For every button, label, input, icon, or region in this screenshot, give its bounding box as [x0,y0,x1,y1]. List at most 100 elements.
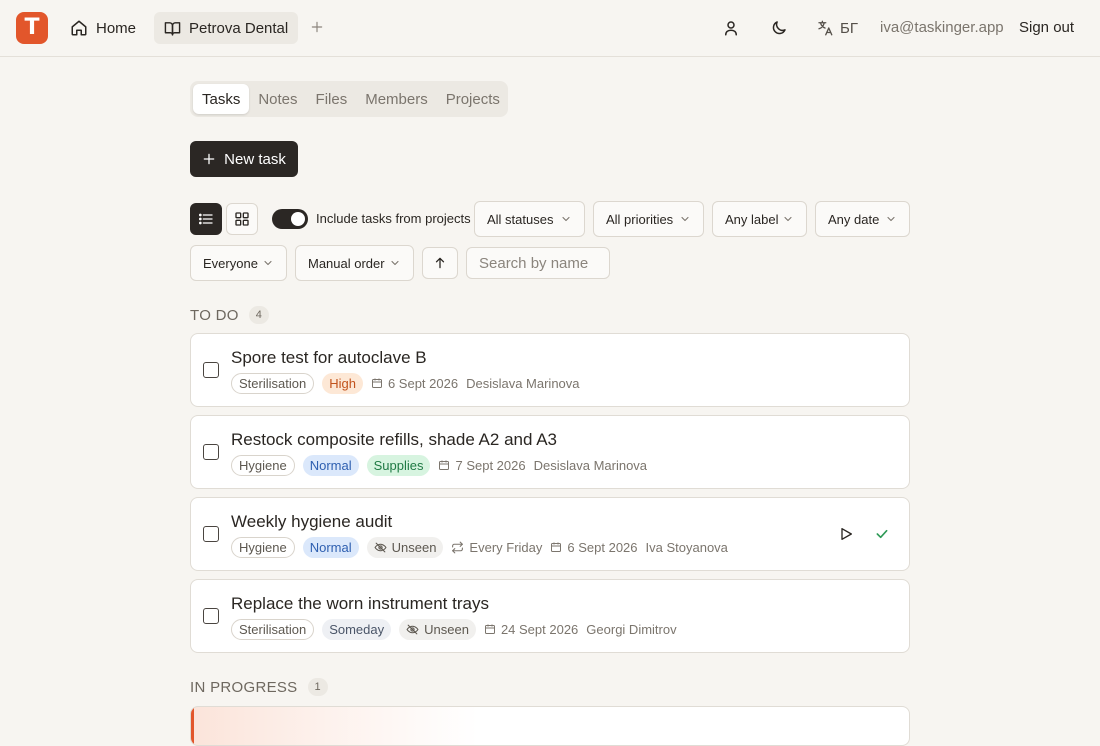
status-filter-select[interactable]: All statuses [474,201,585,237]
toggle-knob [291,212,305,226]
plus-icon [310,20,324,34]
assignee-name: Iva Stoyanova [645,539,728,555]
sort-order-select[interactable]: Manual order [295,245,414,281]
language-switch[interactable]: БГ [816,14,858,42]
arrow-up-icon [433,256,447,270]
task-card[interactable]: Restock composite refills, shade A2 and … [190,415,910,489]
home-link[interactable]: Home [62,12,144,44]
priority-filter-value: All priorities [606,211,674,227]
profile-button[interactable] [719,16,743,40]
theme-toggle-button[interactable] [767,16,791,40]
priority-chip: Someday [322,618,392,640]
task-title[interactable]: Replace the worn instrument trays [231,594,489,614]
task-title[interactable]: Weekly hygiene audit [231,512,392,532]
due-date-text: 6 Sept 2026 [567,539,638,555]
search-input[interactable] [466,247,610,279]
label-filter-value: Any label [725,211,779,227]
priority-chip: Normal [302,454,359,476]
app-logo[interactable]: T [16,12,48,44]
check-icon [874,526,890,542]
task-card[interactable]: Weekly hygiene audit Hygiene Normal Unse… [190,497,910,571]
label-filter-select[interactable]: Any label [712,201,807,237]
group-count-badge: 4 [248,306,269,324]
calendar-icon [484,623,496,635]
list-view-button[interactable] [190,203,222,235]
due-date-text: 7 Sept 2026 [455,457,526,473]
task-label-chip: Sterilisation [231,618,315,640]
task-meta: Sterilisation High 6 Sept 2026 Desislava… [231,372,580,394]
status-filter-value: All statuses [487,211,554,227]
priority-filter-select[interactable]: All priorities [593,201,704,237]
visibility-chip: Unseen [366,536,444,558]
sign-out-link[interactable]: Sign out [1019,19,1074,36]
task-label-chip: Hygiene [231,536,295,558]
start-task-button[interactable] [835,523,857,545]
visibility-text: Unseen [424,621,469,637]
task-title[interactable]: Restock composite refills, shade A2 and … [231,430,557,450]
assignee-name: Georgi Dimitrov [586,621,677,637]
priority-chip: High [322,372,363,394]
calendar-icon [550,541,562,553]
translate-icon [816,19,834,37]
new-task-button[interactable]: New task [190,141,298,177]
task-checkbox[interactable] [203,608,219,624]
task-meta: Hygiene Normal Supplies 7 Sept 2026 Desi… [231,454,647,476]
include-projects-toggle[interactable] [272,209,308,229]
group-count-badge: 1 [307,678,328,696]
include-projects-label: Include tasks from projects [316,211,471,226]
task-checkbox[interactable] [203,444,219,460]
tab-notes[interactable]: Notes [249,84,306,114]
in-progress-accent [191,707,194,745]
group-header-todo: TO DO 4 [190,306,269,324]
date-filter-value: Any date [828,211,880,227]
user-icon [722,19,740,37]
chevron-down-icon [262,257,274,269]
task-checkbox[interactable] [203,526,219,542]
due-date: 6 Sept 2026 [371,376,458,391]
eye-off-icon [374,541,387,554]
section-tabs: Tasks Notes Files Members Projects [190,81,508,117]
repeat-icon [451,541,464,554]
recurrence-text: Every Friday [469,539,543,555]
top-bar: T Home Petrova Dental БГ iva@taskinger.a… [0,0,1100,57]
task-title[interactable]: Spore test for autoclave B [231,348,427,368]
group-title: IN PROGRESS [190,678,298,696]
book-icon [164,20,181,37]
task-label-chip: Hygiene [231,454,295,476]
new-task-label: New task [224,150,286,168]
task-meta: Hygiene Normal Unseen Every Friday 6 Sep… [231,536,728,558]
task-checkbox[interactable] [203,362,219,378]
list-icon [198,211,214,227]
tag-chip: Supplies [366,454,431,476]
workspace-tab[interactable]: Petrova Dental [154,12,299,44]
assignee-filter-select[interactable]: Everyone [190,245,287,281]
home-icon [70,19,88,37]
tab-files[interactable]: Files [307,84,357,114]
date-filter-select[interactable]: Any date [815,201,910,237]
tab-members[interactable]: Members [356,84,437,114]
chevron-down-icon [782,213,794,225]
add-workspace-button[interactable] [306,16,328,38]
complete-task-button[interactable] [871,523,893,545]
due-date: 7 Sept 2026 [438,457,526,473]
task-card[interactable]: Replace the worn instrument trays Steril… [190,579,910,653]
recurrence: Every Friday [451,540,542,555]
tab-tasks[interactable]: Tasks [193,84,250,114]
task-card[interactable]: Spore test for autoclave B Sterilisation… [190,333,910,407]
language-label: БГ [840,19,858,37]
grid-view-button[interactable] [226,203,258,235]
logo-letter: T [24,15,40,40]
task-card[interactable] [190,706,910,746]
tab-projects[interactable]: Projects [437,84,509,114]
sort-direction-button[interactable] [422,247,458,279]
play-icon [838,526,854,542]
chevron-down-icon [885,213,897,225]
calendar-icon [438,459,450,471]
workspace-label: Petrova Dental [189,19,289,37]
chevron-down-icon [560,213,572,225]
chevron-down-icon [389,257,401,269]
grid-icon [234,211,250,227]
assignee-filter-value: Everyone [203,255,258,271]
plus-icon [202,152,216,166]
due-date: 6 Sept 2026 [550,539,638,555]
